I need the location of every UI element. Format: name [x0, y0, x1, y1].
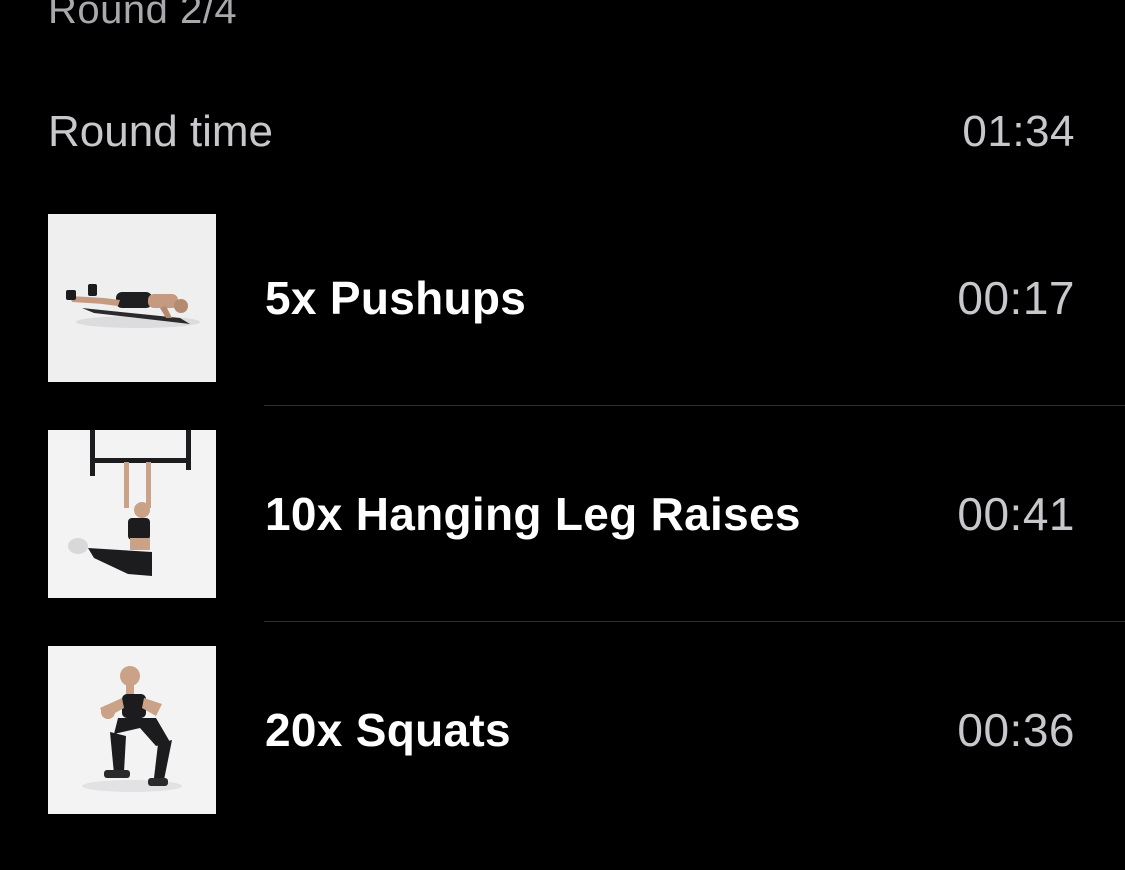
round-time-value: 01:34 — [962, 107, 1075, 156]
round-counter: Round 2/4 — [48, 0, 238, 32]
hanging-leg-raise-figure — [48, 430, 216, 598]
round-time-row: Round time 01:34 — [48, 106, 1075, 158]
hanging-leg-raise-thumbnail — [48, 430, 216, 598]
exercise-time: 00:41 — [957, 488, 1075, 540]
exercise-row-hanging-leg-raises[interactable]: 10x Hanging Leg Raises 00:41 — [0, 430, 1125, 646]
squat-thumbnail — [48, 646, 216, 814]
exercise-list: 5x Pushups 00:17 10x Hanging Leg Raises … — [0, 214, 1125, 862]
round-time-label: Round time — [48, 107, 274, 156]
row-divider — [264, 621, 1125, 622]
pushup-thumbnail — [48, 214, 216, 382]
exercise-row-squats[interactable]: 20x Squats 00:36 — [0, 646, 1125, 862]
exercise-time: 00:36 — [957, 704, 1075, 756]
pushup-figure — [48, 214, 216, 382]
row-divider — [264, 405, 1125, 406]
exercise-name: 5x Pushups — [265, 272, 527, 324]
exercise-name: 10x Hanging Leg Raises — [265, 488, 801, 540]
squat-figure — [48, 646, 216, 814]
exercise-name: 20x Squats — [265, 704, 511, 756]
exercise-time: 00:17 — [957, 272, 1075, 324]
exercise-row-pushups[interactable]: 5x Pushups 00:17 — [0, 214, 1125, 430]
